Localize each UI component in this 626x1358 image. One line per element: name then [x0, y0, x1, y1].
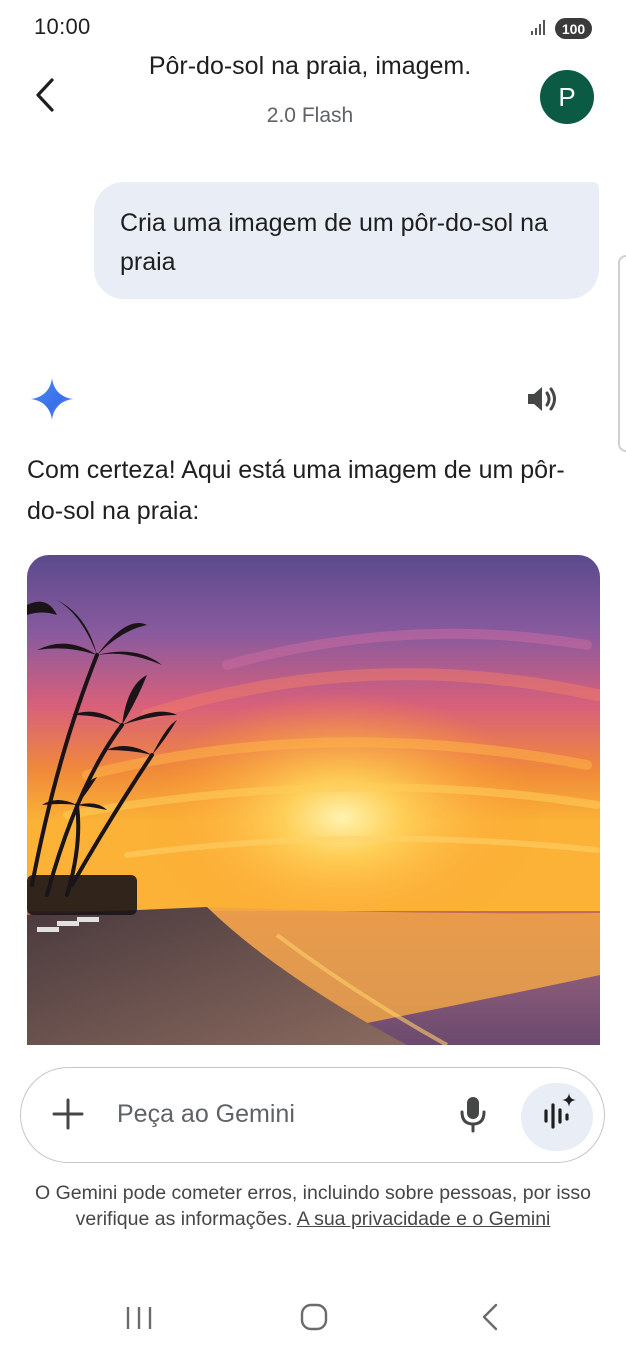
status-time: 10:00: [34, 14, 91, 39]
live-waveform-icon[interactable]: [538, 1091, 578, 1137]
nav-recents-icon[interactable]: [124, 1304, 154, 1332]
nav-back-icon[interactable]: [478, 1302, 502, 1332]
speaker-icon[interactable]: [525, 382, 559, 416]
microphone-icon[interactable]: [456, 1095, 490, 1133]
avatar[interactable]: P: [540, 70, 594, 124]
generated-sunset-image[interactable]: [27, 555, 600, 1045]
prompt-input[interactable]: Peça ao Gemini: [117, 1100, 295, 1129]
model-selector[interactable]: 2.0 Flash: [100, 104, 520, 128]
gemini-sparkle-icon: [31, 378, 73, 420]
scroll-handle[interactable]: [618, 255, 626, 452]
user-message-bubble: Cria uma imagem de um pôr-do-sol na prai…: [94, 182, 599, 299]
plus-icon[interactable]: [50, 1096, 86, 1132]
back-arrow-icon[interactable]: [30, 76, 62, 114]
disclaimer: O Gemini pode cometer erros, incluindo s…: [30, 1180, 596, 1232]
response-text: Com certeza! Aqui está uma imagem de um …: [27, 456, 565, 525]
battery-indicator: 100: [555, 18, 592, 39]
signal-icon: [531, 20, 545, 35]
nav-home-icon[interactable]: [299, 1302, 329, 1332]
page-title: Pôr-do-sol na praia, imagem.: [148, 52, 472, 80]
prompt-input-bar[interactable]: [20, 1067, 605, 1163]
privacy-link[interactable]: A sua privacidade e o Gemini: [297, 1208, 551, 1230]
